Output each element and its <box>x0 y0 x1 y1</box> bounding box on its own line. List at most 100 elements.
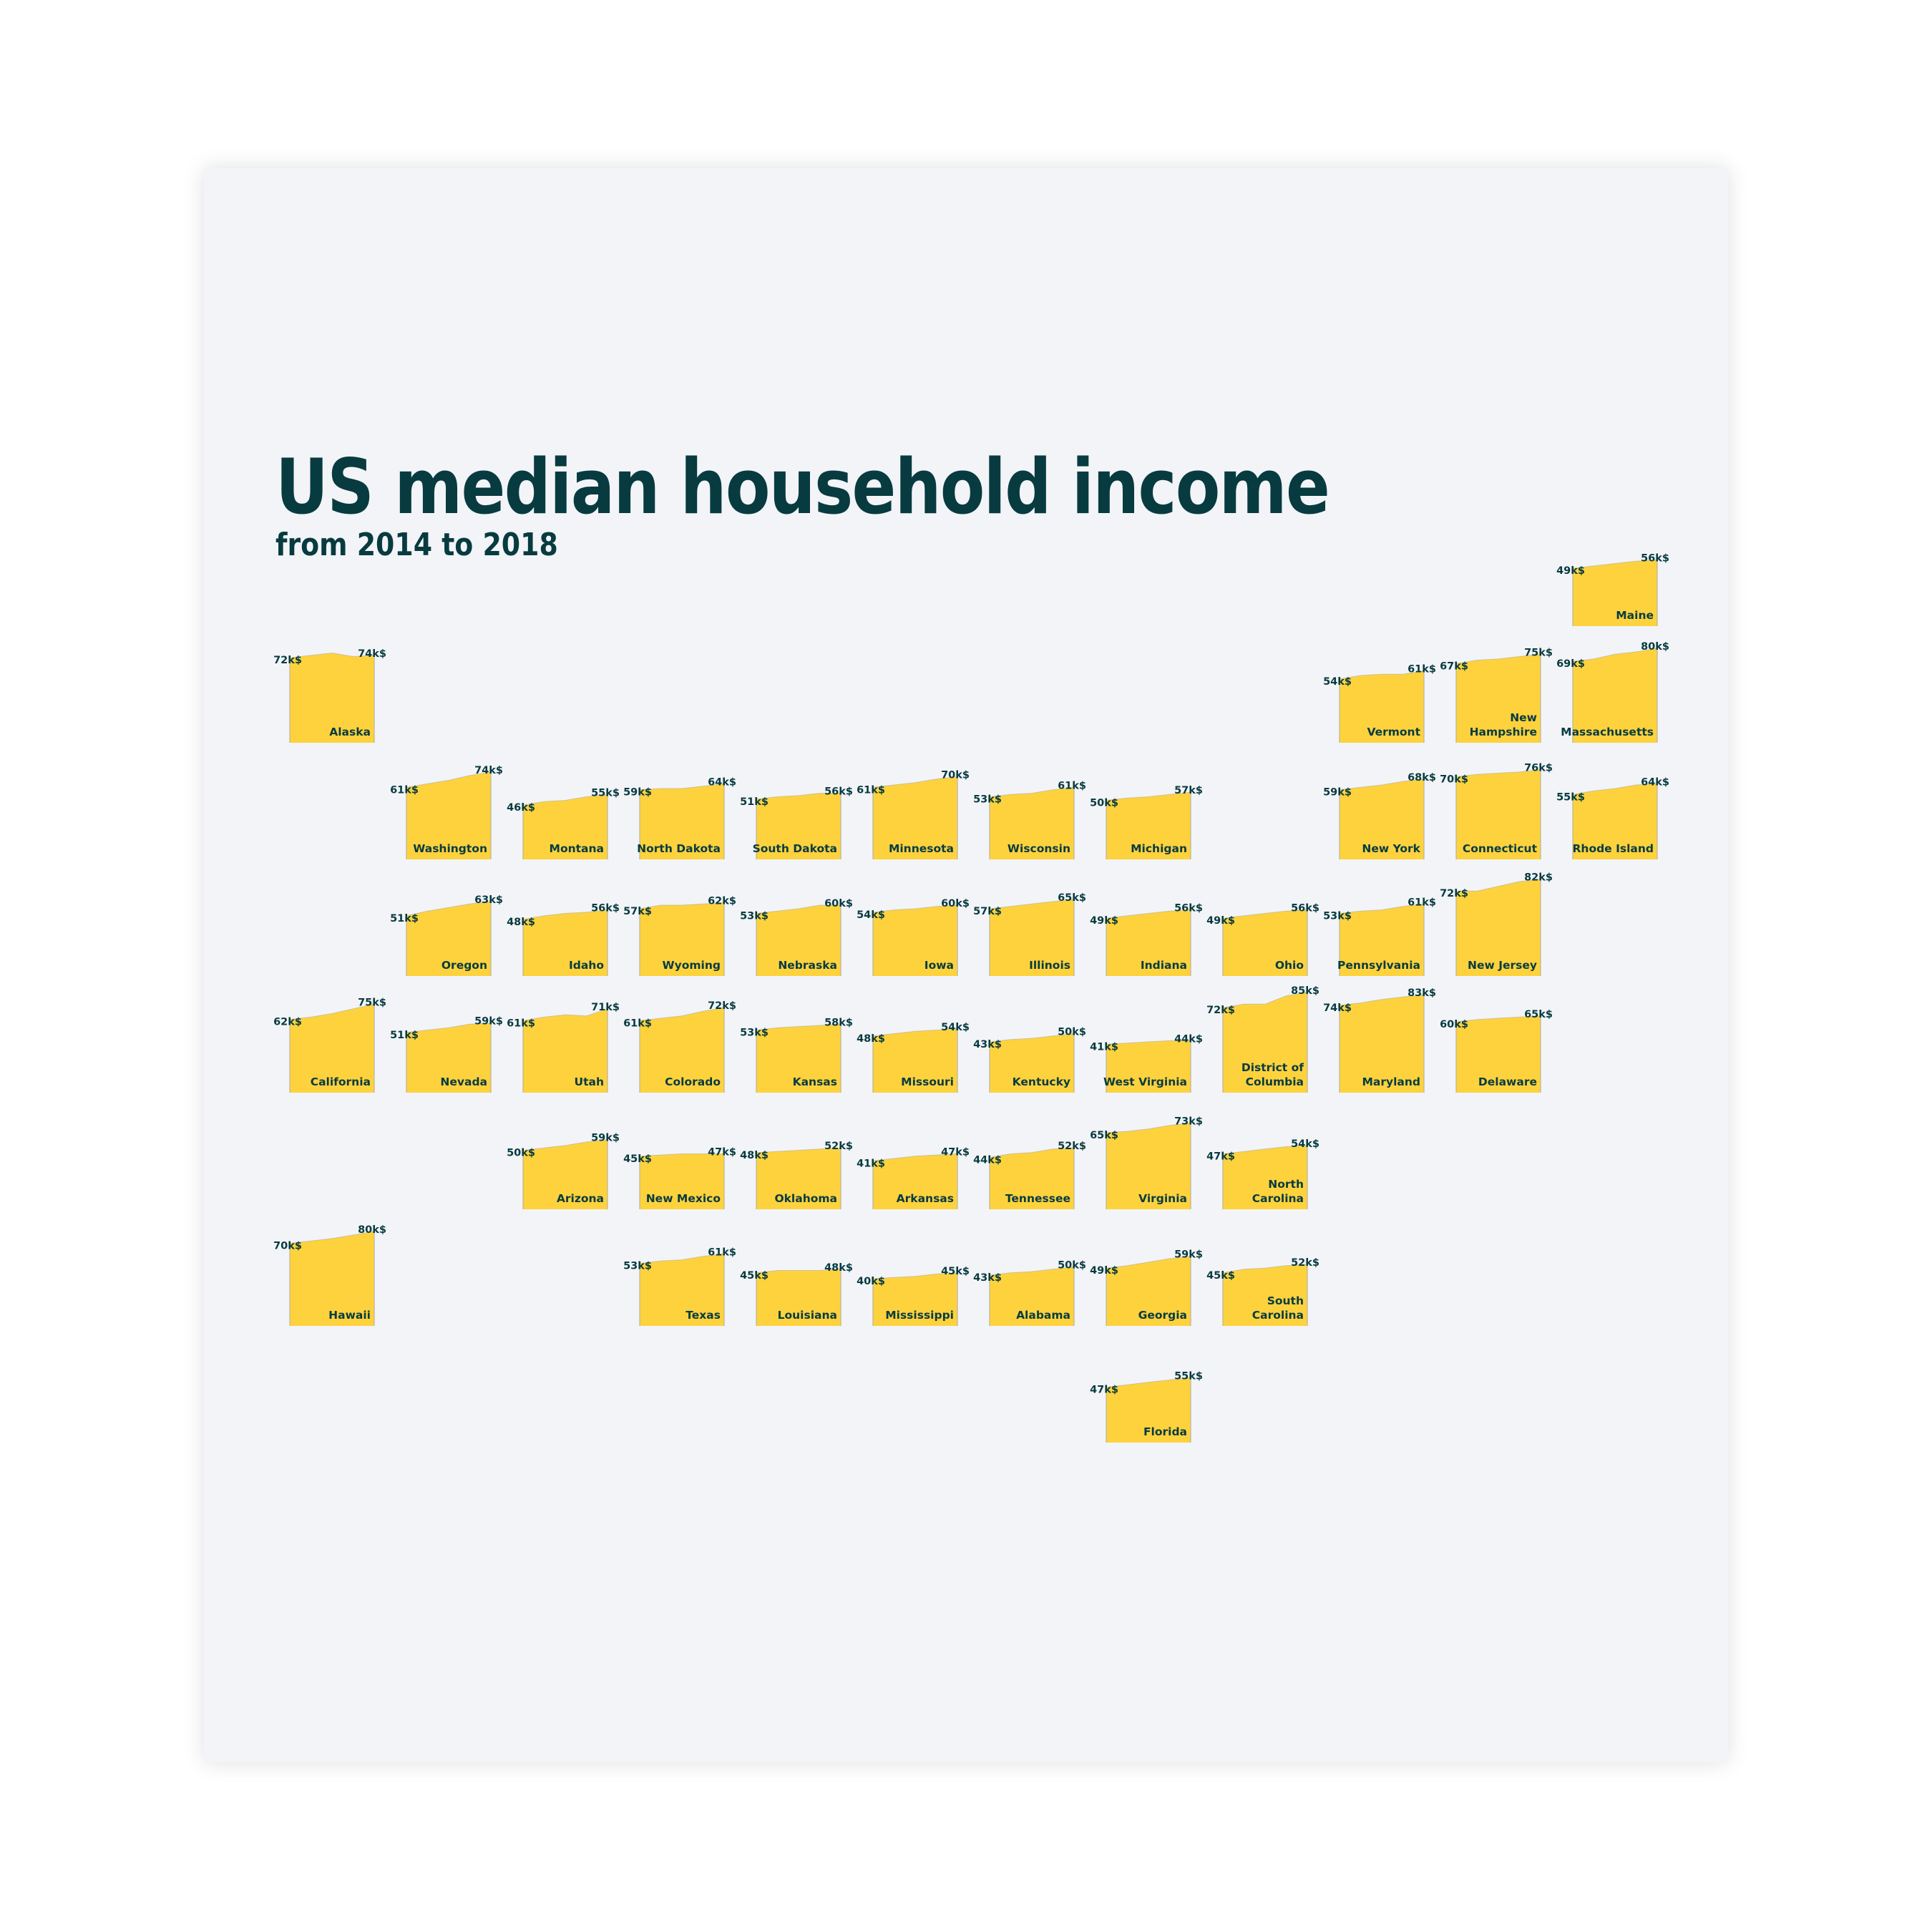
state-tile-delaware: 60k$ 65k$ Delaware <box>1440 1009 1553 1093</box>
end-value-label: 50k$ <box>1058 1260 1086 1272</box>
state-name-label: Hampshire <box>1470 726 1537 738</box>
state-name-label: Wisconsin <box>1008 842 1070 855</box>
state-tile-maryland: 74k$ 83k$ Maryland <box>1323 987 1436 1093</box>
state-tile-missouri: 48k$ 54k$ Missouri <box>857 1022 970 1093</box>
end-value-label: 85k$ <box>1291 985 1319 997</box>
state-name-label: Idaho <box>569 959 604 972</box>
state-tile-california: 62k$ 75k$ California <box>273 997 386 1093</box>
state-name-label: Washington <box>413 842 487 855</box>
end-value-label: 80k$ <box>1641 641 1669 653</box>
end-value-label: 55k$ <box>591 787 620 799</box>
start-value-label: 46k$ <box>507 802 535 814</box>
start-value-label: 72k$ <box>1440 888 1468 899</box>
start-value-label: 51k$ <box>740 796 769 808</box>
start-value-label: 43k$ <box>973 1272 1002 1284</box>
start-value-label: 62k$ <box>273 1017 302 1028</box>
end-value-label: 65k$ <box>1524 1009 1553 1020</box>
state-name-label: Georgia <box>1138 1309 1187 1322</box>
end-value-label: 59k$ <box>591 1133 620 1144</box>
end-value-label: 50k$ <box>1058 1027 1086 1038</box>
state-tile-vermont: 54k$ 61k$ Vermont <box>1323 663 1436 743</box>
end-value-label: 62k$ <box>708 896 736 907</box>
state-name-label: District of <box>1241 1061 1304 1074</box>
start-value-label: 41k$ <box>857 1158 885 1169</box>
state-tile-mississippi: 40k$ 45k$ Mississippi <box>857 1266 970 1326</box>
state-tile-north-carolina: 47k$ 54k$ NorthCarolina <box>1206 1138 1319 1209</box>
end-value-label: 64k$ <box>1641 776 1669 788</box>
state-tile-kansas: 53k$ 58k$ Kansas <box>740 1017 853 1093</box>
state-name-label: Ohio <box>1275 959 1304 972</box>
end-value-label: 47k$ <box>941 1146 970 1158</box>
state-tile-new-mexico: 45k$ 47k$ New Mexico <box>623 1146 736 1209</box>
state-tile-alabama: 43k$ 50k$ Alabama <box>973 1260 1086 1326</box>
state-tile-illinois: 57k$ 65k$ Illinois <box>973 892 1086 976</box>
end-value-label: 52k$ <box>1058 1141 1086 1152</box>
state-name-label: Maryland <box>1362 1075 1420 1088</box>
start-value-label: 45k$ <box>623 1153 652 1165</box>
end-value-label: 45k$ <box>941 1266 970 1277</box>
start-value-label: 49k$ <box>1090 1265 1118 1277</box>
state-tile-kentucky: 43k$ 50k$ Kentucky <box>973 1027 1086 1093</box>
state-tile-georgia: 49k$ 59k$ Georgia <box>1090 1249 1203 1326</box>
end-value-label: 54k$ <box>941 1022 970 1033</box>
end-value-label: 56k$ <box>1174 903 1203 914</box>
state-tile-connecticut: 70k$ 76k$ Connecticut <box>1440 763 1553 859</box>
start-value-label: 50k$ <box>507 1148 535 1159</box>
state-tile-south-carolina: 45k$ 52k$ South Carolina <box>1206 1257 1319 1326</box>
start-value-label: 53k$ <box>740 1028 769 1039</box>
start-value-label: 43k$ <box>973 1039 1002 1050</box>
state-tile-hawaii: 70k$ 80k$ Hawaii <box>273 1224 386 1326</box>
end-value-label: 56k$ <box>824 786 853 798</box>
start-value-label: 53k$ <box>623 1261 652 1272</box>
end-value-label: 70k$ <box>941 770 970 781</box>
state-name-label: Alaska <box>329 726 371 738</box>
start-value-label: 47k$ <box>1090 1384 1118 1395</box>
state-name-label: North Dakota <box>637 842 721 855</box>
state-name-label: Columbia <box>1246 1075 1304 1088</box>
end-value-label: 65k$ <box>1058 892 1086 904</box>
end-value-label: 52k$ <box>824 1141 853 1152</box>
end-value-label: 60k$ <box>824 898 853 909</box>
state-tile-alaska: 72k$ 74k$ Alaska <box>273 648 386 743</box>
end-value-label: 71k$ <box>591 1002 620 1013</box>
start-value-label: 53k$ <box>740 911 769 922</box>
end-value-label: 68k$ <box>1407 772 1436 784</box>
state-tile-colorado: 61k$ 72k$ Colorado <box>623 1000 736 1093</box>
end-value-label: 74k$ <box>474 765 503 776</box>
end-value-label: 56k$ <box>591 903 620 914</box>
state-tile-maine: 49k$ 56k$ Maine <box>1556 553 1669 626</box>
state-tile-new-hampshire: 67k$ 75k$ New Hampshire <box>1440 647 1553 743</box>
state-tile-rhode-island: 55k$ 64k$ Rhode Island <box>1556 776 1669 859</box>
start-value-label: 55k$ <box>1556 791 1585 803</box>
state-name-label: Michigan <box>1131 842 1187 855</box>
state-name-label: South Dakota <box>753 842 837 855</box>
state-tile-idaho: 48k$ 56k$ Idaho <box>507 903 620 976</box>
state-name-label: Missouri <box>901 1075 954 1088</box>
start-value-label: 59k$ <box>623 787 652 799</box>
end-value-label: 75k$ <box>358 997 386 1008</box>
start-value-label: 48k$ <box>507 917 535 928</box>
start-value-label: 48k$ <box>740 1150 769 1161</box>
state-name-label: Arizona <box>557 1192 604 1205</box>
state-tile-map: 49k$56k$Maine 72k$ 74k$ Alaska 54k$61k$Vermo… <box>273 553 1669 1443</box>
state-name-label: Oregon <box>441 959 487 972</box>
state-tile-massachusetts: 69k$ 80k$ Massachusetts <box>1556 641 1669 743</box>
state-tile-arkansas: 41k$ 47k$ Arkansas <box>857 1146 970 1209</box>
state-tile-north-dakota: 59k$ 64k$ North Dakota <box>623 776 736 859</box>
end-value-label: 72k$ <box>708 1000 736 1012</box>
start-value-label: 54k$ <box>857 909 885 921</box>
state-name-label: Oklahoma <box>774 1192 837 1205</box>
state-name-label: Wyoming <box>663 959 721 972</box>
end-value-label: 56k$ <box>1291 903 1319 914</box>
state-tile-utah: 61k$ 71k$ Utah <box>507 1002 620 1093</box>
start-value-label: 44k$ <box>973 1154 1002 1166</box>
end-value-label: 48k$ <box>824 1262 853 1274</box>
state-tile-oregon: 51k$ 63k$ Oregon <box>390 894 503 976</box>
end-value-label: 74k$ <box>358 648 386 660</box>
end-value-label: 61k$ <box>708 1246 736 1258</box>
state-name-label: Alabama <box>1016 1309 1070 1322</box>
start-value-label: 61k$ <box>507 1018 535 1029</box>
state-name-label: New <box>1510 711 1537 724</box>
start-value-label: 49k$ <box>1090 915 1118 927</box>
state-name-label: North <box>1268 1178 1304 1191</box>
